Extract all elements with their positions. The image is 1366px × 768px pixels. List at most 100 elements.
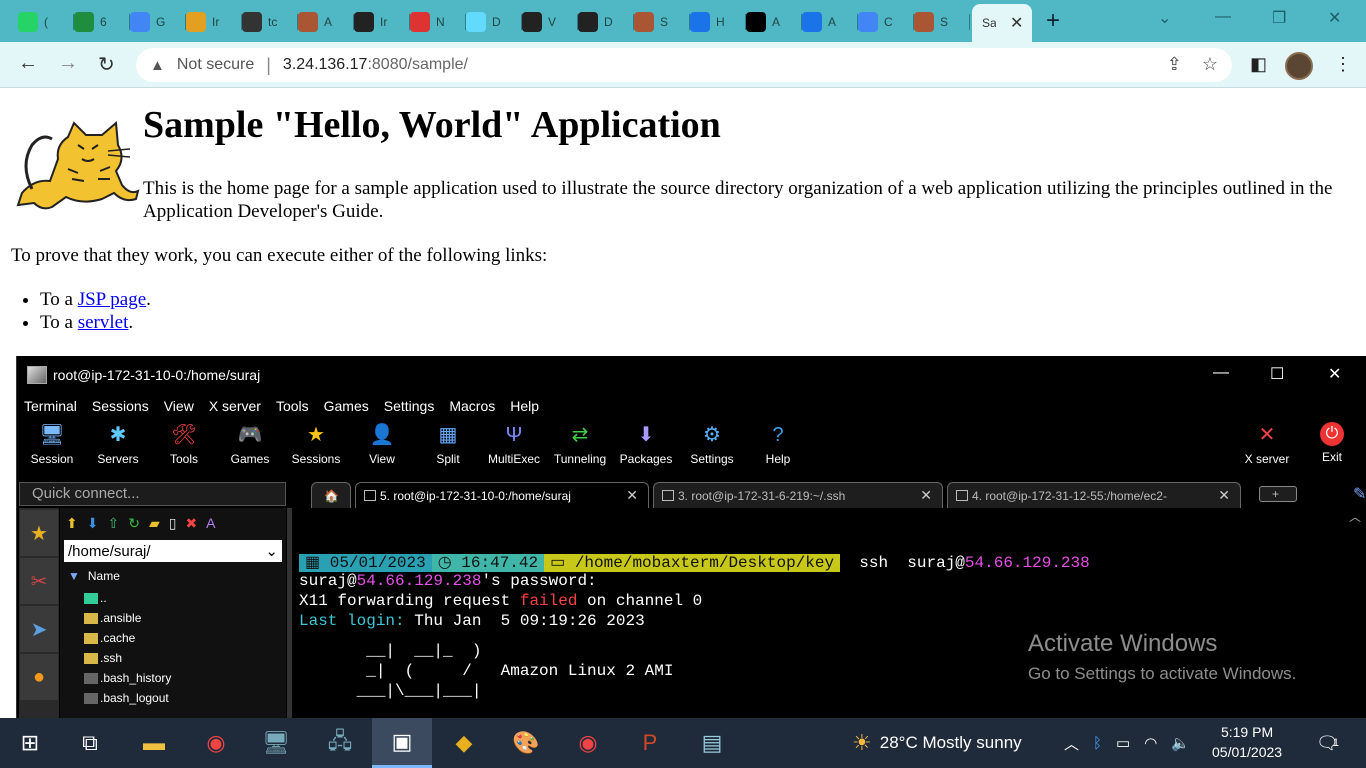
browser-tab[interactable]: Ir [186,8,242,36]
settings-tool-button[interactable]: ⚙ Settings [679,418,745,466]
browser-tab[interactable]: N [410,8,466,36]
close-tab-icon[interactable]: ✕ [1218,487,1230,504]
bluetooth-icon[interactable]: ᛒ [1093,735,1102,752]
menu-item-settings[interactable]: Settings [377,394,443,418]
mobaxterm-taskbar-icon[interactable]: ▣ [372,718,432,768]
network-app-icon[interactable]: 🖧 [322,726,358,760]
terminal-tab[interactable]: 5. root@ip-172-31-10-0:/home/suraj ✕ [355,482,649,508]
refresh-icon[interactable]: ↻ [128,515,140,532]
tools-tool-button[interactable]: 🛠 Tools [151,418,217,466]
file-list-item[interactable]: .. [60,588,286,608]
quick-connect-input[interactable]: Quick connect... [19,482,286,506]
browser-tab[interactable]: Ir [354,8,410,36]
browser-tab[interactable]: ( [18,8,74,36]
battery-icon[interactable]: ▭ [1116,734,1130,752]
minimize-icon[interactable]: — [1213,364,1229,382]
sftp-orange-icon[interactable]: ● [20,654,58,700]
url-host[interactable]: 3.24.136.17 [283,56,368,74]
side-panel-icon[interactable]: ◧ [1250,54,1267,75]
menu-item-sessions[interactable]: Sessions [85,394,157,418]
chevron-down-icon[interactable]: ⌄ [265,542,278,560]
address-bar[interactable]: ▲ Not secure | 3.24.136.17 :8080/sample/… [136,48,1232,82]
git-icon[interactable]: ◆ [446,726,482,760]
rename-icon[interactable]: A [206,515,215,531]
send-icon[interactable]: ➤ [20,606,58,652]
browser-tab[interactable]: D [466,8,522,36]
close-tab-icon[interactable]: ✕ [920,487,932,504]
notifications-icon[interactable]: 🗨 1 [1316,718,1339,768]
browser-tab[interactable]: C [858,8,914,36]
split-tool-button[interactable]: ▦ Split [415,418,481,466]
reload-icon[interactable]: ↻ [98,52,115,77]
help-tool-button[interactable]: ? Help [745,418,811,466]
security-status[interactable]: Not secure [177,56,254,74]
scroll-up-icon[interactable]: ︿ [1349,508,1361,525]
close-window-icon[interactable]: ✕ [1328,8,1341,28]
x-server-button[interactable]: ✕ X server [1234,418,1300,466]
profile-avatar[interactable] [1285,52,1313,80]
browser-tab[interactable]: tc [242,8,298,36]
active-tab[interactable]: Sa ✕ [972,4,1032,42]
browser-tab[interactable]: H [690,8,746,36]
restore-icon[interactable]: ❐ [1272,8,1286,28]
attach-icon[interactable]: ✎ [1353,484,1366,504]
file-list-item[interactable]: .ansible [60,608,286,628]
chevron-up-icon[interactable]: ︿ [1064,733,1079,754]
tunneling-tool-button[interactable]: ⇄ Tunneling [547,418,613,466]
menu-item-view[interactable]: View [157,394,202,418]
sftp-path-select[interactable]: /home/suraj/ ⌄ [64,540,282,562]
browser-tab[interactable]: G [130,8,186,36]
close-tab-icon[interactable]: ✕ [1010,13,1023,33]
servlet-link[interactable]: servlet [78,312,129,333]
maximize-icon[interactable]: ☐ [1270,364,1284,384]
minimize-icon[interactable]: — [1215,8,1231,26]
jsp-page-link[interactable]: JSP page [78,289,146,310]
browser-tab[interactable]: 6 [74,8,130,36]
tools-icon[interactable]: ✂ [20,558,58,604]
servers-tool-button[interactable]: ✱ Servers [85,418,151,466]
browser-tab[interactable]: A [298,8,354,36]
new-folder-icon[interactable]: ▰ [149,515,160,532]
browser-tab[interactable]: S [634,8,690,36]
terminal-output[interactable]: ▦ 05/01/2023 ◷ 16:47.42 ▭ /home/mobaxterm/… [293,508,1366,718]
menu-item-macros[interactable]: Macros [442,394,503,418]
warning-icon[interactable]: ▲ [150,57,165,74]
menu-item-x-server[interactable]: X server [202,394,269,418]
browser-tab[interactable]: A [802,8,858,36]
tab-search-icon[interactable]: ⌄ [1158,8,1171,28]
new-terminal-tab-button[interactable]: + [1259,486,1297,502]
new-file-icon[interactable]: ▯ [169,515,177,532]
home-tab-icon[interactable]: 🏠 [311,482,351,508]
chrome-profile-icon[interactable]: ◉ [570,726,606,760]
notepad-icon[interactable]: ▤ [694,726,730,760]
forward-icon[interactable]: → [58,52,78,75]
remote-desktop-icon[interactable]: 🖥 [258,726,294,760]
powerpoint-icon[interactable]: P [632,726,668,760]
packages-tool-button[interactable]: ⬇ Packages [613,418,679,466]
file-list-item[interactable]: .ssh [60,648,286,668]
windows-start-icon[interactable]: ⊞ [12,726,48,760]
close-window-icon[interactable]: ✕ [1328,364,1341,384]
menu-item-games[interactable]: Games [317,394,377,418]
menu-item-terminal[interactable]: Terminal [17,394,85,418]
menu-item-tools[interactable]: Tools [269,394,317,418]
task-view-icon[interactable]: ⧉ [72,726,108,760]
volume-icon[interactable]: 🔈 [1171,734,1190,752]
file-list-item[interactable]: .bash_logout [60,688,286,708]
sftp-scrollbar[interactable] [287,508,292,718]
multiexec-tool-button[interactable]: Ψ MultiExec [481,418,547,466]
weather-widget[interactable]: ☀ 28°C Mostly sunny [852,718,1022,768]
terminal-tab[interactable]: 4. root@ip-172-31-12-55:/home/ec2- ✕ [947,482,1241,508]
new-tab-button[interactable]: + [1046,8,1060,34]
back-icon[interactable]: ← [18,52,38,75]
games-tool-button[interactable]: 🎮 Games [217,418,283,466]
browser-tab[interactable]: A [746,8,802,36]
paint-icon[interactable]: 🎨 [508,726,544,760]
close-tab-icon[interactable]: ✕ [626,487,638,504]
share-icon[interactable]: ⇪ [1167,54,1182,75]
url-path[interactable]: :8080/sample/ [367,56,468,74]
file-list-item[interactable]: .cache [60,628,286,648]
parent-folder-icon[interactable]: ⬆ [66,515,78,532]
sessions-star-icon[interactable]: ★ [20,510,58,556]
name-column-header[interactable]: ▼ Name [60,564,286,588]
